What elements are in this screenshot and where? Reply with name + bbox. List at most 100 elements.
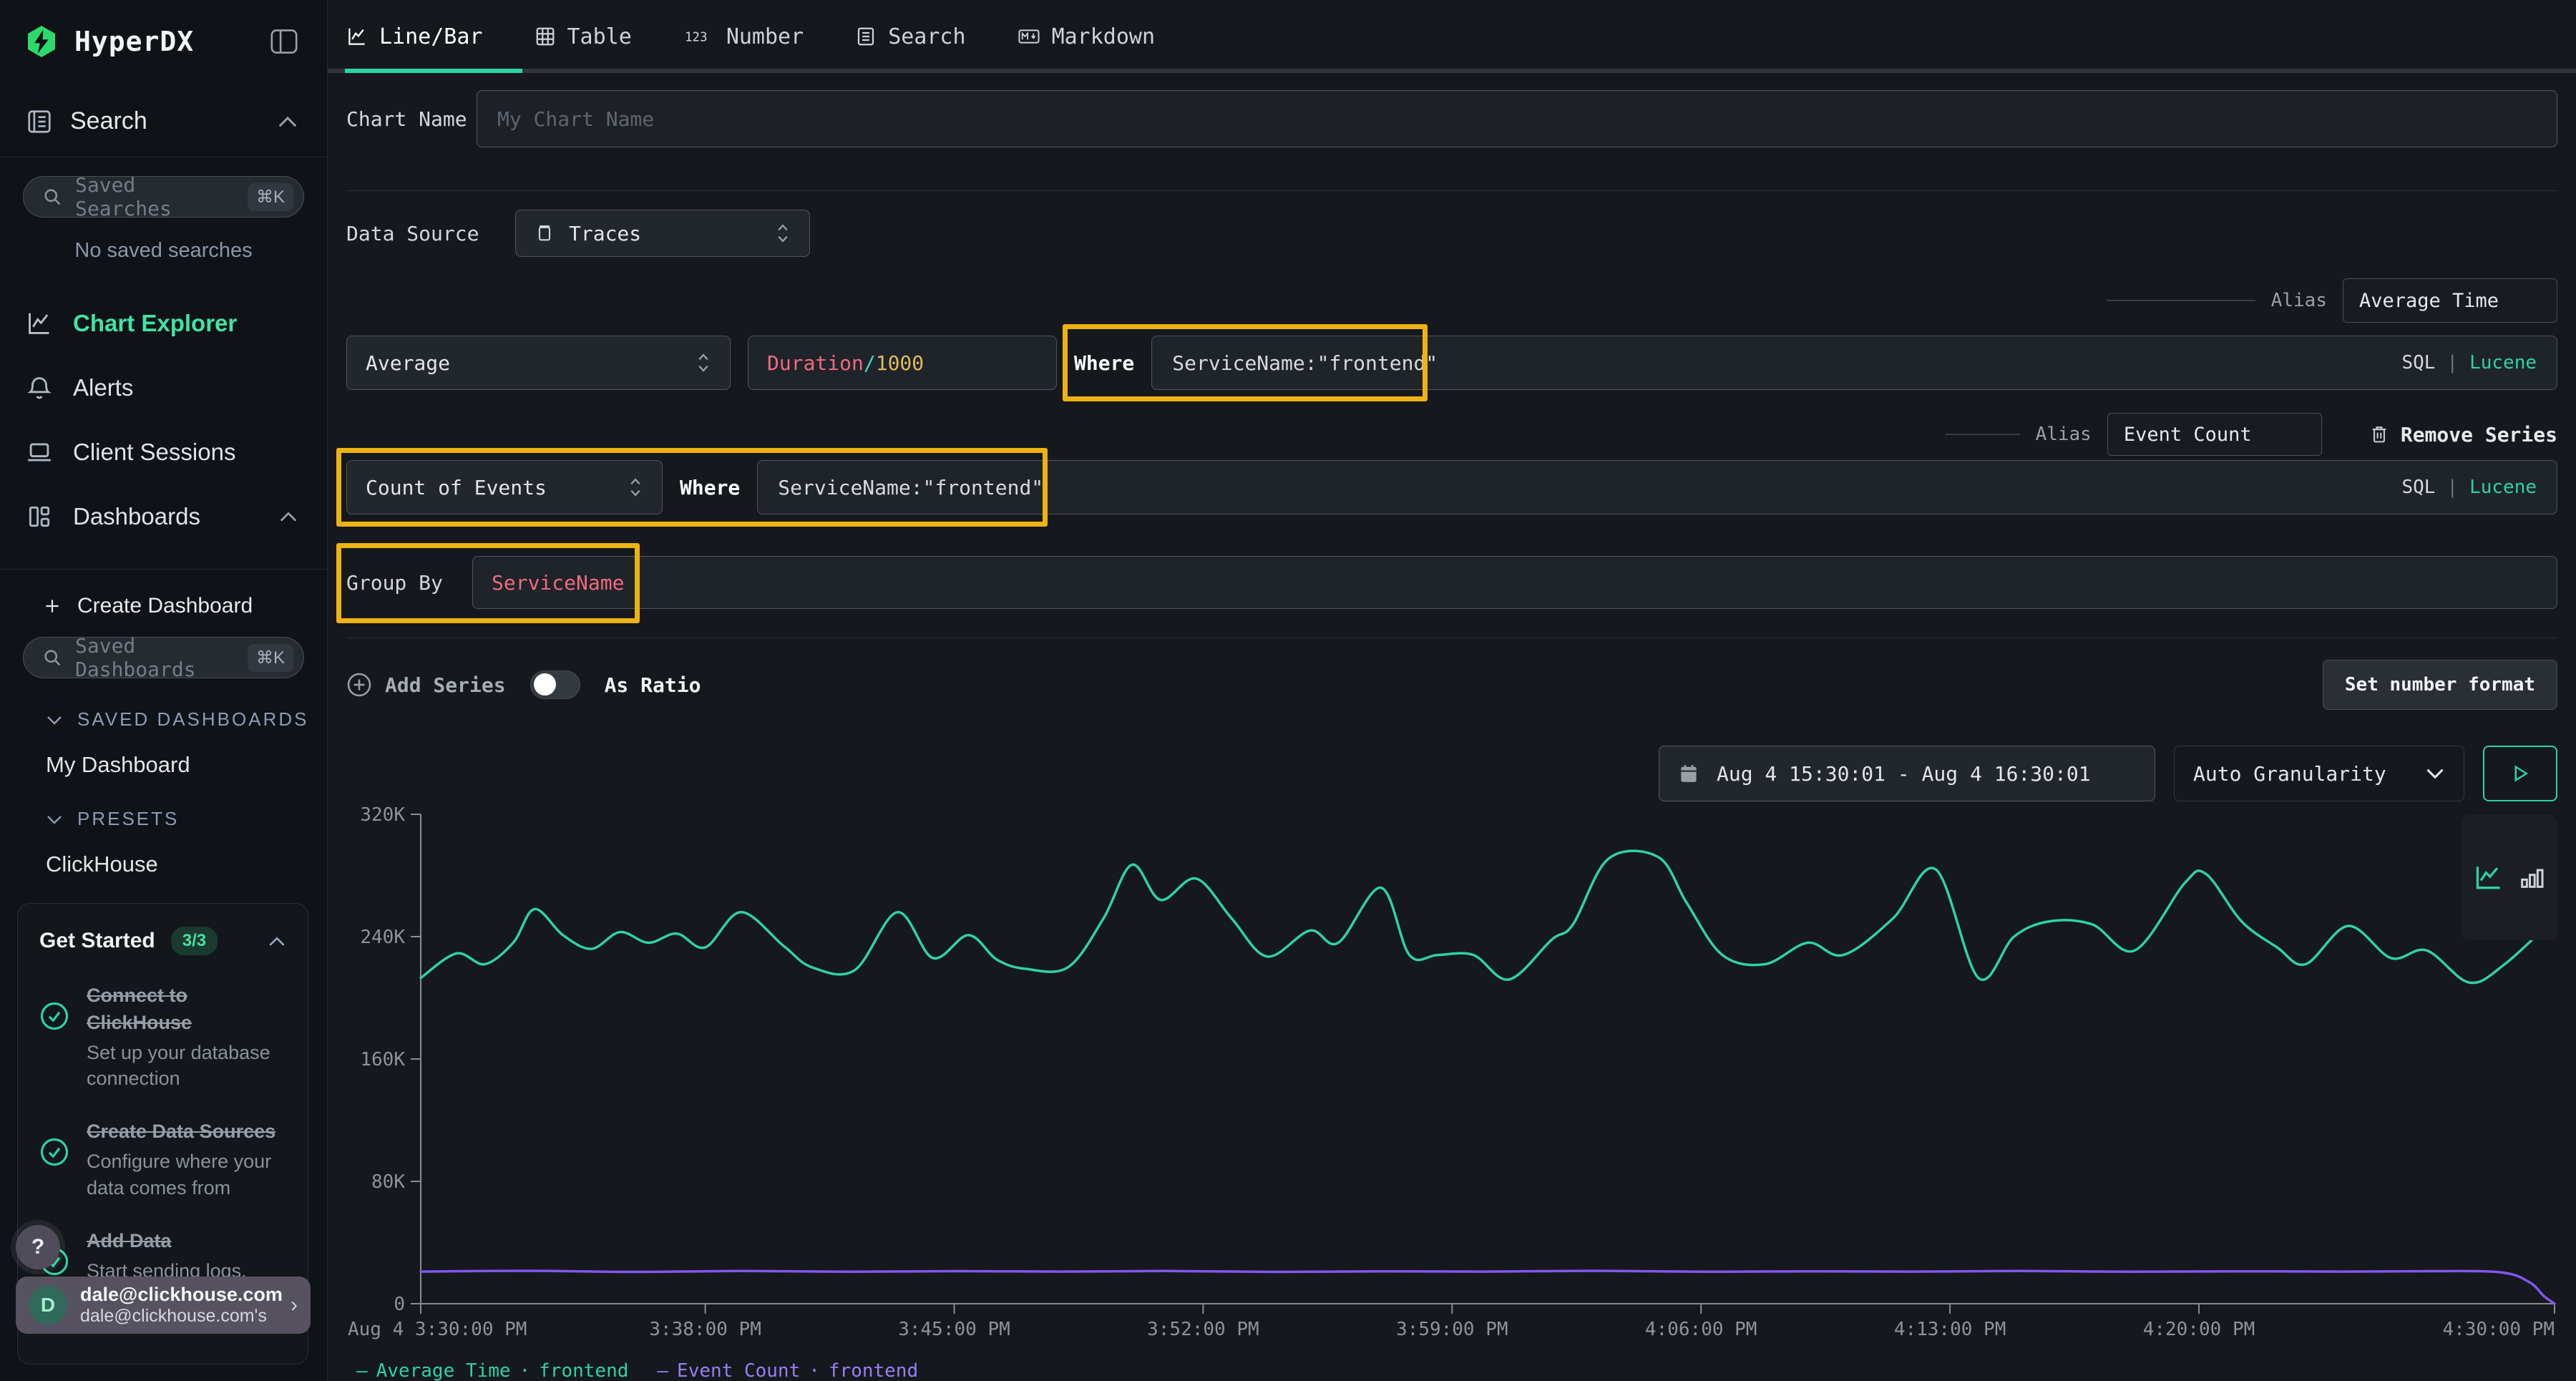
nav-label: Chart Explorer — [73, 310, 237, 337]
saved-dashboards-section-header[interactable]: SAVED DASHBOARDS — [46, 708, 327, 731]
svg-text:3:45:00 PM: 3:45:00 PM — [898, 1319, 1010, 1340]
sidebar-item-client-sessions[interactable]: Client Sessions — [0, 420, 327, 484]
svg-text:Aug 4 3:30:00 PM: Aug 4 3:30:00 PM — [348, 1319, 527, 1340]
search-icon — [42, 648, 62, 668]
query-language-toggle[interactable]: SQL | Lucene — [2401, 352, 2537, 374]
presets-section-header[interactable]: PRESETS — [46, 808, 327, 830]
nav-label: Alerts — [73, 374, 133, 401]
tab-search[interactable]: Search — [855, 24, 965, 49]
data-source-select[interactable]: Traces — [515, 210, 810, 257]
sidebar: HyperDX Search Saved Searches ⌘K No save… — [0, 0, 328, 1381]
alias-value: Average Time — [2359, 290, 2499, 312]
chart-name-input[interactable] — [477, 90, 2557, 147]
legend-service: frontend — [829, 1360, 918, 1381]
sidebar-collapse-icon[interactable] — [270, 29, 298, 54]
aggregation-value: Count of Events — [366, 476, 547, 499]
group-by-value: ServiceName — [492, 571, 624, 595]
app-root: HyperDX Search Saved Searches ⌘K No save… — [0, 0, 2576, 1381]
lucene-option[interactable]: Lucene — [2469, 477, 2537, 498]
lucene-option[interactable]: Lucene — [2469, 352, 2537, 374]
bar-chart-toggle-icon[interactable] — [2517, 862, 2546, 893]
tab-number[interactable]: 123 Number — [683, 24, 804, 49]
help-button[interactable]: ? — [16, 1225, 60, 1269]
sidebar-item-chart-explorer[interactable]: Chart Explorer — [0, 291, 327, 356]
create-dashboard-button[interactable]: Create Dashboard — [0, 570, 327, 618]
svg-text:4:30:00 PM: 4:30:00 PM — [2442, 1319, 2555, 1340]
saved-dashboards-input[interactable]: Saved Dashboards ⌘K — [23, 637, 304, 678]
markdown-icon — [1018, 26, 1040, 47]
sql-option[interactable]: SQL — [2401, 352, 2435, 374]
series1-field-input[interactable]: Duration/1000 — [748, 336, 1057, 390]
series2-row: Count of Events Where ServiceName:"front… — [346, 460, 2557, 514]
search-doc-icon — [855, 26, 877, 47]
series2-aggregation-select[interactable]: Count of Events — [346, 460, 663, 514]
run-query-button[interactable] — [2483, 746, 2557, 801]
sidebar-nav: Chart Explorer Alerts Client Sessions Da… — [0, 291, 327, 549]
tab-active-indicator — [345, 69, 522, 73]
get-started-item-connect[interactable]: Connect to ClickHouse Set up your databa… — [39, 982, 286, 1091]
series2-where-input[interactable]: ServiceName:"frontend" SQL | Lucene — [757, 460, 2557, 514]
line-chart-toggle-icon[interactable] — [2473, 862, 2504, 893]
user-menu[interactable]: D dale@clickhouse.com dale@clickhouse.co… — [16, 1277, 311, 1334]
get-started-header[interactable]: Get Started 3/3 — [39, 927, 286, 955]
laptop-icon — [26, 439, 53, 466]
chevron-down-icon — [46, 814, 63, 824]
group-by-input[interactable]: ServiceName — [472, 556, 2557, 609]
plus-icon — [43, 597, 62, 615]
granularity-select[interactable]: Auto Granularity — [2174, 746, 2464, 801]
calendar-icon — [1678, 763, 1699, 784]
series1-aggregation-select[interactable]: Average — [346, 336, 731, 390]
search-icon — [42, 187, 62, 207]
tab-markdown[interactable]: Markdown — [1018, 24, 1156, 49]
trash-icon — [2369, 424, 2389, 445]
database-icon — [535, 223, 555, 243]
no-saved-searches-text: No saved searches — [0, 239, 327, 263]
layout-grid-icon — [26, 503, 53, 530]
sidebar-item-alerts[interactable]: Alerts — [0, 356, 327, 420]
tab-label: Line/Bar — [379, 24, 483, 49]
series1-where-input[interactable]: ServiceName:"frontend" SQL | Lucene — [1151, 336, 2557, 390]
kbd-shortcut: ⌘K — [248, 644, 293, 672]
tab-table[interactable]: Table — [535, 24, 632, 49]
legend-item-average-time[interactable]: — Average Time · frontend — [356, 1360, 628, 1381]
tab-line-bar[interactable]: Line/Bar — [346, 24, 483, 49]
user-avatar: D — [29, 1286, 67, 1324]
get-started-item-title: Create Data Sources — [87, 1118, 286, 1146]
toggle-knob — [534, 673, 556, 696]
series1-alias-input[interactable]: Average Time — [2343, 278, 2557, 323]
add-series-button[interactable]: Add Series — [346, 672, 506, 698]
alias-label: Alias — [2036, 424, 2092, 445]
field-token-1000: 1000 — [876, 351, 924, 375]
line-chart-icon — [26, 310, 53, 337]
svg-text:320K: 320K — [360, 804, 405, 826]
where-label: Where — [1074, 351, 1134, 375]
query-language-toggle[interactable]: SQL | Lucene — [2401, 477, 2537, 498]
get-started-item-datasources[interactable]: Create Data Sources Configure where your… — [39, 1118, 286, 1201]
timeseries-chart[interactable]: 080K160K240K320KAug 4 3:30:00 PM3:38:00 … — [346, 804, 2557, 1355]
chart-name-row: Chart Name — [346, 90, 2557, 147]
svg-text:240K: 240K — [360, 927, 405, 948]
section-label: PRESETS — [77, 808, 179, 830]
series1-row: Average Duration/1000 Where ServiceName:… — [346, 336, 2557, 390]
sql-option[interactable]: SQL — [2401, 477, 2435, 498]
legend-item-event-count[interactable]: — Event Count · frontend — [657, 1360, 918, 1381]
svg-text:3:59:00 PM: 3:59:00 PM — [1396, 1319, 1508, 1340]
sidebar-item-my-dashboard[interactable]: My Dashboard — [0, 752, 327, 778]
legend-label: Event Count — [677, 1360, 800, 1381]
series-options-row: Add Series As Ratio Set number format — [346, 661, 2557, 708]
sidebar-item-dashboards[interactable]: Dashboards — [0, 484, 327, 549]
nav-label: Dashboards — [73, 503, 258, 530]
sidebar-item-clickhouse[interactable]: ClickHouse — [0, 851, 327, 877]
get-started-item-desc: Configure where your data comes from — [87, 1148, 286, 1201]
plus-circle-icon — [346, 672, 372, 698]
series2-alias-input[interactable]: Event Count — [2107, 413, 2322, 456]
logo-row: HyperDX — [0, 0, 327, 66]
divider — [346, 190, 2557, 191]
remove-series-button[interactable]: Remove Series — [2369, 423, 2557, 446]
sidebar-section-search[interactable]: Search — [0, 66, 327, 157]
saved-searches-input[interactable]: Saved Searches ⌘K — [23, 176, 304, 218]
set-number-format-button[interactable]: Set number format — [2323, 660, 2557, 710]
date-range-picker[interactable]: Aug 4 15:30:01 - Aug 4 16:30:01 — [1659, 746, 2155, 801]
as-ratio-toggle[interactable] — [530, 670, 580, 699]
saved-dashboards-placeholder: Saved Dashboards — [75, 634, 235, 681]
